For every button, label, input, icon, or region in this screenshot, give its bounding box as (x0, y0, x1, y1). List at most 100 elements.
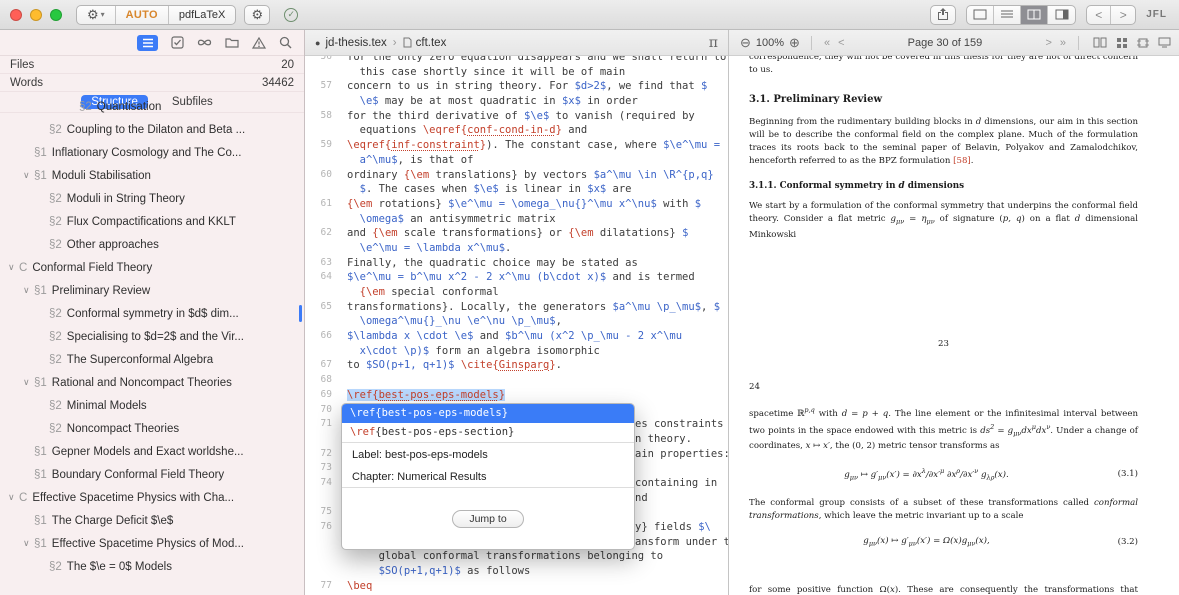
outline-item[interactable]: §2The Superconformal Algebra (0, 348, 304, 371)
jump-to-button[interactable]: Jump to (452, 510, 523, 528)
minimize-button[interactable] (30, 9, 42, 21)
code-text: \beq (339, 579, 372, 594)
typeset-log-button[interactable]: JFL (1146, 9, 1167, 20)
code-line[interactable]: 65transformations}. Locally, the generat… (305, 300, 728, 315)
outline-item[interactable]: §2Flux Compactifications and KKLT (0, 210, 304, 233)
back-button[interactable]: < (1087, 6, 1111, 24)
line-number: 76 (305, 520, 339, 535)
first-page-button[interactable]: « (824, 37, 830, 49)
zoom-button[interactable] (50, 9, 62, 21)
code-line[interactable]: x\cdot \p)$ form an algebra isomorphic (305, 344, 728, 359)
crop-view-button[interactable] (1137, 37, 1149, 49)
code-line[interactable]: \e^\mu = \lambda x^\mu$. (305, 241, 728, 256)
layout-split-button[interactable] (1021, 6, 1048, 24)
typeset-status-button[interactable]: ✓ (278, 5, 304, 25)
code-line[interactable]: a^\mu$, is that of (305, 153, 728, 168)
warnings-tab-button[interactable] (252, 37, 266, 49)
previous-page-button[interactable]: < (838, 37, 844, 49)
chevron-down-icon[interactable]: ∨ (23, 377, 34, 388)
outline-item[interactable]: §1Gepner Models and Exact worldshe... (0, 440, 304, 463)
outline-item[interactable]: §2Noncompact Theories (0, 417, 304, 440)
code-line[interactable]: \omega$ an antisymmetric matrix (305, 212, 728, 227)
next-page-button[interactable]: > (1045, 37, 1051, 49)
outline-item[interactable]: §2Coupling to the Dilaton and Beta ... (0, 118, 304, 141)
close-button[interactable] (10, 9, 22, 21)
chevron-down-icon[interactable]: ∨ (23, 538, 34, 549)
code-line[interactable]: equations \eqref{conf-cond-in-d} and (305, 123, 728, 138)
search-tab-button[interactable] (279, 36, 292, 49)
code-line[interactable]: 69\ref{best-pos-eps-models} (305, 388, 728, 403)
code-line[interactable]: this case shortly since it will be of ma… (305, 65, 728, 80)
outline-tab-button[interactable] (137, 35, 158, 51)
share-button[interactable] (930, 5, 956, 25)
code-line[interactable]: 63Finally, the quadratic choice may be s… (305, 256, 728, 271)
chevron-down-icon[interactable]: ∨ (23, 170, 34, 181)
outline-item[interactable]: §1Boundary Conformal Field Theory (0, 463, 304, 486)
outline-item[interactable]: §2Specialising to $d=2$ and the Vir... (0, 325, 304, 348)
code-line[interactable]: 60ordinary {\em translations} by vectors… (305, 168, 728, 183)
code-line[interactable]: \e$ may be at most quadratic in $x$ in o… (305, 94, 728, 109)
code-line[interactable]: $. The cases when $\e$ is linear in $x$ … (305, 182, 728, 197)
code-line[interactable]: 67to $SO(p+1, q+1)$ \cite{Ginsparg}. (305, 358, 728, 373)
outline-item[interactable]: ∨§1Preliminary Review (0, 279, 304, 302)
forward-button[interactable]: > (1111, 6, 1135, 24)
chevron-down-icon[interactable]: ∨ (23, 285, 34, 296)
presentation-button[interactable] (1158, 37, 1171, 49)
code-line[interactable]: global conformal transformations belongi… (305, 549, 728, 564)
typeset-settings-button[interactable]: ⚙ ▾ (77, 6, 116, 24)
layout-single-button[interactable] (967, 6, 994, 24)
code-line[interactable]: 66$\lambda x \cdot \e$ and $b^\mu (x^2 \… (305, 329, 728, 344)
outline-item-label: Preliminary Review (52, 285, 150, 297)
chevron-down-icon[interactable]: ∨ (8, 492, 19, 503)
layout-editor-button[interactable] (994, 6, 1021, 24)
engine-button[interactable]: pdfLaTeX (169, 6, 235, 24)
code-line[interactable]: 57concern to us in string theory. For $d… (305, 79, 728, 94)
settings-button[interactable]: ⚙ (244, 5, 270, 25)
pdf-subsection-heading: 3.1.1. Conformal symmetry in d dimension… (749, 180, 1138, 193)
outline-item[interactable]: §2Moduli in String Theory (0, 187, 304, 210)
thumbnails-button[interactable] (1116, 37, 1128, 49)
code-line[interactable]: {\em special conformal (305, 285, 728, 300)
outline-item-label: Quantisation (97, 101, 162, 113)
outline-item[interactable]: §1Inflationary Cosmology and The Co... (0, 141, 304, 164)
outline-item[interactable]: ∨CConformal Field Theory (0, 256, 304, 279)
autocomplete-option[interactable]: \ref{best-pos-eps-section} (342, 423, 634, 442)
outline-item[interactable]: ∨§1Moduli Stabilisation (0, 164, 304, 187)
code-line[interactable]: 59\eqref{inf-constraint}). The constant … (305, 138, 728, 153)
outline-item[interactable]: §2Other approaches (0, 233, 304, 256)
todo-tab-button[interactable] (171, 36, 184, 49)
outline-item[interactable]: §2Quantisation (0, 95, 304, 118)
outline-item[interactable]: ∨§1Rational and Noncompact Theories (0, 371, 304, 394)
outline-item[interactable]: ∨§1Effective Spacetime Physics of Mod... (0, 532, 304, 555)
math-symbols-button[interactable]: π (709, 35, 718, 51)
chevron-down-icon[interactable]: ∨ (8, 262, 19, 273)
code-line[interactable]: 77\beq (305, 579, 728, 594)
bibliography-tab-button[interactable] (197, 38, 212, 47)
chevron-right-icon: > (1120, 8, 1127, 22)
zoom-in-button[interactable]: ⊕ (789, 35, 800, 51)
code-line[interactable]: 56for the only zero equation disappears … (305, 56, 728, 65)
code-line[interactable]: 61{\em rotations} $\e^\mu = \omega_\nu{}… (305, 197, 728, 212)
outline-item[interactable]: §2Conformal symmetry in $d$ dim... (0, 302, 304, 325)
code-line[interactable]: 58for the third derivative of $\e$ to va… (305, 109, 728, 124)
files-tab-button[interactable] (225, 37, 239, 48)
outline-item[interactable]: ∨CEffective Spacetime Physics with Cha..… (0, 486, 304, 509)
outline-item[interactable]: §1The Charge Deficit $\e$ (0, 509, 304, 532)
zoom-out-button[interactable]: ⊖ (740, 35, 751, 51)
last-page-button[interactable]: » (1060, 37, 1066, 49)
two-page-view-button[interactable] (1093, 37, 1107, 49)
code-line[interactable]: $SO(p+1,q+1)$ as follows (305, 564, 728, 579)
autocomplete-option[interactable]: \ref{best-pos-eps-models} (342, 404, 634, 423)
pdf-preview[interactable]: correspondence, they will not be covered… (729, 56, 1179, 595)
code-line[interactable]: \omega^\mu{}_\nu \e^\nu \p_\mu$, (305, 314, 728, 329)
breadcrumb-root-file[interactable]: jd-thesis.tex (325, 37, 386, 49)
auto-typeset-button[interactable]: AUTO (116, 6, 169, 24)
outline-item[interactable]: §2The $\e = 0$ Models (0, 555, 304, 578)
outline-item[interactable]: §2Minimal Models (0, 394, 304, 417)
breadcrumb-current-file[interactable]: cft.tex (416, 37, 447, 49)
layout-pdf-button[interactable] (1048, 6, 1075, 24)
page-indicator[interactable]: Page 30 of 159 (849, 37, 1042, 49)
code-line[interactable]: 62and {\em scale transformations} or {\e… (305, 226, 728, 241)
code-line[interactable]: 64$\e^\mu = b^\mu x^2 - 2 x^\mu (b\cdot … (305, 270, 728, 285)
code-line[interactable]: 68 (305, 373, 728, 388)
